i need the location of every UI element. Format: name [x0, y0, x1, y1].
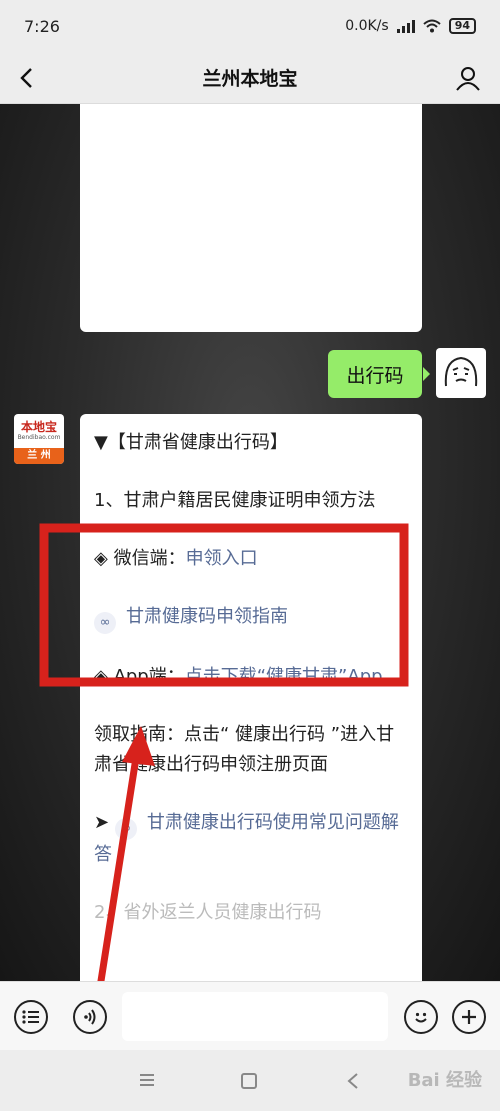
list-icon — [22, 1010, 39, 1024]
wechat-line: ◈ 微信端：申领入口 — [94, 548, 258, 569]
mini-program-icon: ∞ — [94, 612, 116, 634]
face-sketch-icon — [444, 356, 478, 387]
smiley-icon — [415, 1012, 427, 1023]
menu-list-button[interactable] — [14, 1000, 48, 1034]
watermark: Bai 经验 — [407, 1070, 482, 1091]
app-line: ◈ App端：点击下载“健康甘肃”App — [94, 666, 383, 687]
bot-avatar-city: 兰 州 — [14, 448, 64, 464]
wechat-apply-link[interactable]: 申领入口 — [186, 548, 258, 569]
chat-title: 兰州本地宝 — [202, 68, 298, 90]
voice-button[interactable] — [73, 1000, 107, 1034]
more-plus-button[interactable] — [452, 1000, 486, 1034]
mini-program-icon: ∞ — [114, 818, 137, 840]
bendibao-logo: 本地宝 Bendibao.com — [17, 420, 61, 441]
guide-text: 领取指南：点击“ 健康出行码 ”进入甘肃省健康出行码申领注册页面 — [94, 724, 395, 775]
input-bar — [0, 981, 500, 1050]
guide-line: ∞ 甘肃健康码申领指南 — [94, 602, 408, 634]
message-input[interactable] — [122, 992, 388, 1041]
voice-icon — [84, 1009, 96, 1025]
plus-icon — [462, 1010, 476, 1024]
bot-avatar[interactable]: 本地宝 Bendibao.com 兰 州 — [14, 414, 64, 464]
recents-icon[interactable] — [138, 1072, 156, 1088]
status-icons: 0.0K/s 94 — [345, 18, 476, 34]
network-speed: 0.0K/s — [345, 18, 389, 34]
profile-icon[interactable] — [454, 64, 482, 92]
status-bar: 7:26 0.0K/s 94 — [0, 0, 500, 52]
faq-link[interactable]: 甘肃健康出行码使用常见问题解答 — [94, 812, 399, 865]
nav-bar: 兰州本地宝 — [0, 52, 500, 104]
chat-area[interactable]: 出行码 本地宝 Bendibao.com 兰 州 ▼【甘肃省健康出行码】 1、甘… — [0, 104, 500, 981]
user-avatar[interactable] — [436, 348, 486, 398]
app-download-link[interactable]: 点击下载“健康甘肃”App — [185, 666, 383, 687]
battery-icon: 94 — [448, 18, 476, 34]
signal-icon — [396, 19, 415, 33]
user-message-text: 出行码 — [346, 364, 404, 387]
home-icon[interactable] — [240, 1072, 258, 1090]
previous-message-card — [80, 104, 422, 332]
bot-reply-bubble: ▼【甘肃省健康出行码】 1、甘肃户籍居民健康证明申领方法 ◈ 微信端：申领入口 … — [80, 414, 422, 981]
faq-line: ➤ ∞ 甘肃健康出行码使用常见问题解答 — [94, 812, 399, 865]
user-message-bubble[interactable]: 出行码 — [328, 350, 430, 398]
back-arrow-icon[interactable] — [14, 64, 42, 92]
health-code-guide-link[interactable]: 甘肃健康码申领指南 — [126, 606, 288, 627]
reply-heading: ▼【甘肃省健康出行码】 — [94, 432, 288, 453]
emoji-button[interactable] — [404, 1000, 438, 1034]
back-icon[interactable] — [345, 1072, 361, 1090]
reply-section-1: 1、甘肃户籍居民健康证明申领方法 — [94, 490, 376, 511]
wifi-icon — [423, 19, 441, 33]
status-time: 7:26 — [24, 16, 60, 36]
reply-section-2: 2、省外返兰人员健康出行码 — [94, 902, 322, 923]
